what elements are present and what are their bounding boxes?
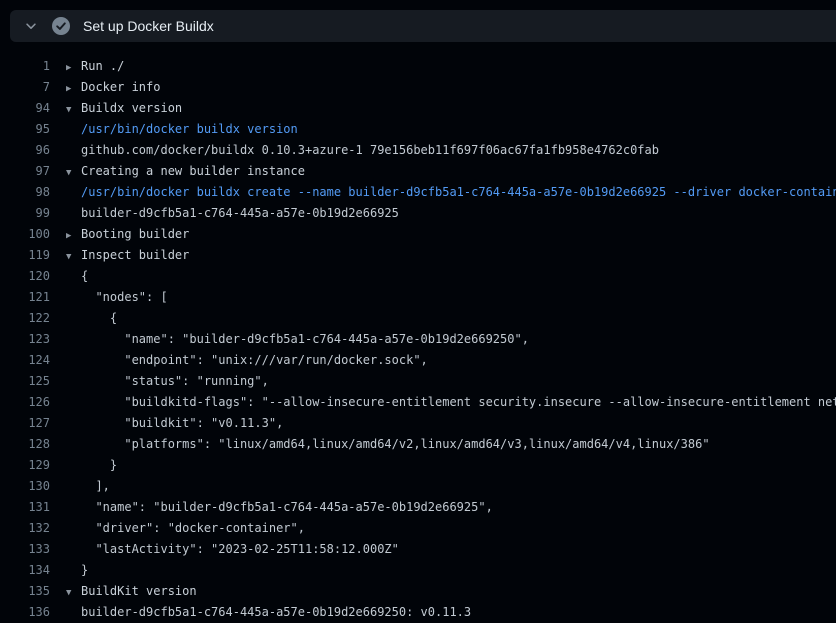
line-number[interactable]: 97: [0, 161, 50, 182]
triangle-right-icon: ▶: [66, 226, 81, 245]
log-line-text: }: [50, 455, 836, 476]
line-number[interactable]: 123: [0, 329, 50, 350]
line-number[interactable]: 121: [0, 287, 50, 308]
line-number[interactable]: 125: [0, 371, 50, 392]
log-line: 99 builder-d9cfb5a1-c764-445a-a57e-0b19d…: [0, 203, 836, 224]
log-line: 130 ],: [0, 476, 836, 497]
triangle-down-icon: ▼: [66, 100, 81, 119]
line-number[interactable]: 131: [0, 497, 50, 518]
line-number[interactable]: 133: [0, 539, 50, 560]
chevron-down-icon[interactable]: [19, 14, 43, 38]
log-line-text: github.com/docker/buildx 0.10.3+azure-1 …: [50, 140, 836, 161]
log-group-header: 97 ▼Creating a new builder instance: [0, 161, 836, 182]
log-line-text: /usr/bin/docker buildx version: [50, 119, 836, 140]
log-line: 95 /usr/bin/docker buildx version: [0, 119, 836, 140]
log-line-text: "endpoint": "unix:///var/run/docker.sock…: [50, 350, 836, 371]
line-number[interactable]: 95: [0, 119, 50, 140]
line-number[interactable]: 124: [0, 350, 50, 371]
triangle-down-icon: ▼: [66, 583, 81, 602]
log-line-text[interactable]: ▶Booting builder: [50, 224, 836, 245]
log-line: 124 "endpoint": "unix:///var/run/docker.…: [0, 350, 836, 371]
log-line-text: "platforms": "linux/amd64,linux/amd64/v2…: [50, 434, 836, 455]
log-line-text: builder-d9cfb5a1-c764-445a-a57e-0b19d2e6…: [50, 602, 836, 623]
line-number[interactable]: 119: [0, 245, 50, 266]
line-number[interactable]: 129: [0, 455, 50, 476]
log-line-text[interactable]: ▼Buildx version: [50, 98, 836, 119]
line-number[interactable]: 132: [0, 518, 50, 539]
log-group-header: 7 ▶Docker info: [0, 77, 836, 98]
line-number[interactable]: 136: [0, 602, 50, 623]
log-line-text[interactable]: ▶Run ./: [50, 56, 836, 77]
log-line-text: }: [50, 560, 836, 581]
log-line-text: "buildkitd-flags": "--allow-insecure-ent…: [50, 392, 836, 413]
line-number[interactable]: 7: [0, 77, 50, 98]
log-container: 1 ▶Run ./ 7 ▶Docker info 94 ▼Buildx vers…: [0, 56, 836, 623]
line-number[interactable]: 128: [0, 434, 50, 455]
line-number[interactable]: 130: [0, 476, 50, 497]
step-header[interactable]: Set up Docker Buildx: [10, 10, 836, 42]
triangle-right-icon: ▶: [66, 79, 81, 98]
log-line-text: {: [50, 308, 836, 329]
step-title: Set up Docker Buildx: [83, 18, 214, 34]
line-number[interactable]: 98: [0, 182, 50, 203]
line-number[interactable]: 1: [0, 56, 50, 77]
log-line: 125 "status": "running",: [0, 371, 836, 392]
log-line: 120 {: [0, 266, 836, 287]
log-line-text: builder-d9cfb5a1-c764-445a-a57e-0b19d2e6…: [50, 203, 836, 224]
log-line-text: "lastActivity": "2023-02-25T11:58:12.000…: [50, 539, 836, 560]
log-group-header: 100 ▶Booting builder: [0, 224, 836, 245]
log-group-header: 135 ▼BuildKit version: [0, 581, 836, 602]
log-line-text: /usr/bin/docker buildx create --name bui…: [50, 182, 836, 203]
line-number[interactable]: 127: [0, 413, 50, 434]
log-line: 134 }: [0, 560, 836, 581]
triangle-right-icon: ▶: [66, 58, 81, 77]
log-line: 136 builder-d9cfb5a1-c764-445a-a57e-0b19…: [0, 602, 836, 623]
line-number[interactable]: 120: [0, 266, 50, 287]
log-line: 131 "name": "builder-d9cfb5a1-c764-445a-…: [0, 497, 836, 518]
log-line-text[interactable]: ▶Docker info: [50, 77, 836, 98]
log-line: 121 "nodes": [: [0, 287, 836, 308]
log-line: 129 }: [0, 455, 836, 476]
log-group-header: 119 ▼Inspect builder: [0, 245, 836, 266]
log-line: 133 "lastActivity": "2023-02-25T11:58:12…: [0, 539, 836, 560]
line-number[interactable]: 99: [0, 203, 50, 224]
log-line-text: {: [50, 266, 836, 287]
line-number[interactable]: 134: [0, 560, 50, 581]
log-line-text: "name": "builder-d9cfb5a1-c764-445a-a57e…: [50, 497, 836, 518]
line-number[interactable]: 94: [0, 98, 50, 119]
line-number[interactable]: 100: [0, 224, 50, 245]
log-line: 123 "name": "builder-d9cfb5a1-c764-445a-…: [0, 329, 836, 350]
log-line: 128 "platforms": "linux/amd64,linux/amd6…: [0, 434, 836, 455]
line-number[interactable]: 122: [0, 308, 50, 329]
log-line-text[interactable]: ▼Creating a new builder instance: [50, 161, 836, 182]
log-line-text: "nodes": [: [50, 287, 836, 308]
triangle-down-icon: ▼: [66, 247, 81, 266]
log-group-header: 94 ▼Buildx version: [0, 98, 836, 119]
log-line-text: "buildkit": "v0.11.3",: [50, 413, 836, 434]
triangle-down-icon: ▼: [66, 163, 81, 182]
log-line: 122 {: [0, 308, 836, 329]
log-line-text: "name": "builder-d9cfb5a1-c764-445a-a57e…: [50, 329, 836, 350]
log-line: 127 "buildkit": "v0.11.3",: [0, 413, 836, 434]
log-line-text: ],: [50, 476, 836, 497]
log-line: 96 github.com/docker/buildx 0.10.3+azure…: [0, 140, 836, 161]
log-group-header: 1 ▶Run ./: [0, 56, 836, 77]
log-line-text: "status": "running",: [50, 371, 836, 392]
line-number[interactable]: 96: [0, 140, 50, 161]
log-line: 98 /usr/bin/docker buildx create --name …: [0, 182, 836, 203]
line-number[interactable]: 126: [0, 392, 50, 413]
check-circle-icon: [52, 17, 70, 35]
log-line: 126 "buildkitd-flags": "--allow-insecure…: [0, 392, 836, 413]
log-line-text[interactable]: ▼Inspect builder: [50, 245, 836, 266]
line-number[interactable]: 135: [0, 581, 50, 602]
log-line-text: "driver": "docker-container",: [50, 518, 836, 539]
log-line-text[interactable]: ▼BuildKit version: [50, 581, 836, 602]
log-line: 132 "driver": "docker-container",: [0, 518, 836, 539]
